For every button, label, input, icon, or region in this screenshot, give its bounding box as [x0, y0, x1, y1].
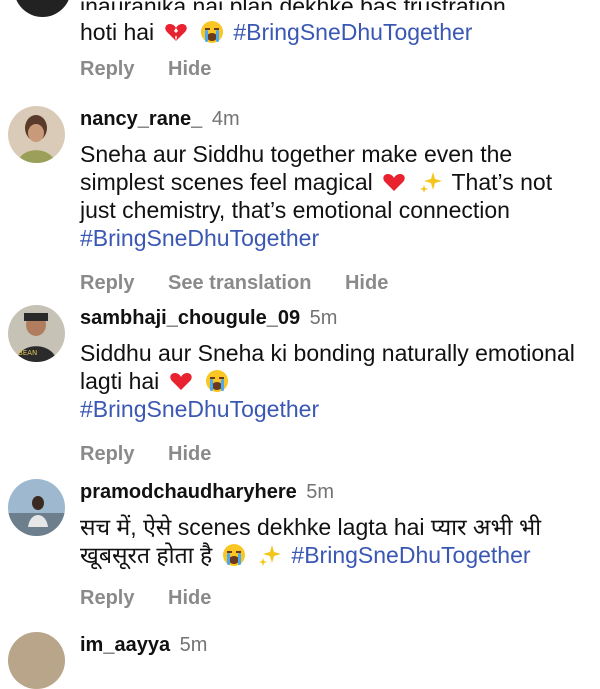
- hide-button[interactable]: Hide: [168, 587, 211, 610]
- avatar[interactable]: BEAN: [8, 305, 65, 362]
- reply-button[interactable]: Reply: [80, 443, 134, 466]
- avatar[interactable]: [14, 0, 71, 17]
- username-link[interactable]: nancy_rane_: [80, 108, 202, 130]
- avatar[interactable]: [8, 632, 65, 689]
- username-link[interactable]: pramodchaudharyhere: [80, 481, 297, 503]
- crying-face-emoji-icon: [200, 21, 223, 43]
- crying-face-emoji-icon: [222, 544, 245, 566]
- comment-text: Siddhu aur Sneha ki bonding naturally em…: [80, 340, 575, 422]
- hide-button[interactable]: Hide: [168, 443, 211, 466]
- comment-text: hoti hai #BringSneDhuTogether: [80, 19, 473, 45]
- username-link[interactable]: sambhaji_chougule_09: [80, 307, 300, 329]
- avatar-image: BEAN: [8, 305, 65, 362]
- avatar[interactable]: [8, 479, 65, 536]
- username-link[interactable]: im_aayya: [80, 634, 170, 656]
- comment-header: pramodchaudharyhere 5m: [80, 479, 580, 505]
- comment-text: सच में, ऐसे scenes dekhke lagta hai प्या…: [80, 514, 542, 568]
- avatar[interactable]: [8, 106, 65, 163]
- comment-header: sambhaji_chougule_09 5m: [80, 305, 580, 331]
- timestamp: 5m: [309, 307, 338, 329]
- timestamp: 5m: [306, 481, 335, 503]
- comment-header: nancy_rane_ 4m: [80, 106, 580, 132]
- hashtag-link[interactable]: #BringSneDhuTogether: [291, 542, 530, 568]
- see-translation-button[interactable]: See translation: [168, 272, 311, 295]
- avatar-image: [8, 106, 65, 163]
- red-heart-emoji-icon: [383, 174, 405, 191]
- reply-button[interactable]: Reply: [80, 58, 134, 81]
- reply-button[interactable]: Reply: [80, 587, 134, 610]
- red-heart-emoji-icon: [169, 373, 192, 390]
- avatar-image: [8, 632, 65, 689]
- hashtag-link[interactable]: #BringSneDhuTogether: [80, 225, 319, 251]
- reply-button[interactable]: Reply: [80, 272, 134, 295]
- svg-text:BEAN: BEAN: [18, 349, 37, 357]
- comment-text: Sneha aur Siddhu together make even the …: [80, 141, 553, 251]
- comment-header: im_aayya 5m: [80, 632, 580, 658]
- timestamp: 5m: [179, 634, 208, 656]
- hide-button[interactable]: Hide: [345, 272, 388, 295]
- sparkles-emoji-icon: [419, 172, 442, 193]
- hashtag-link[interactable]: #BringSneDhuTogether: [233, 19, 472, 45]
- broken-heart-emoji-icon: [164, 24, 187, 41]
- sparkles-emoji-icon: [259, 545, 282, 566]
- hide-button[interactable]: Hide: [168, 58, 211, 81]
- hashtag-link[interactable]: #BringSneDhuTogether: [80, 396, 319, 422]
- timestamp: 4m: [211, 108, 240, 130]
- comment-text-partial: inauranika nai plan dekhke bas frustrati…: [80, 0, 506, 10]
- crying-face-emoji-icon: [206, 370, 229, 392]
- avatar-image: [8, 479, 65, 536]
